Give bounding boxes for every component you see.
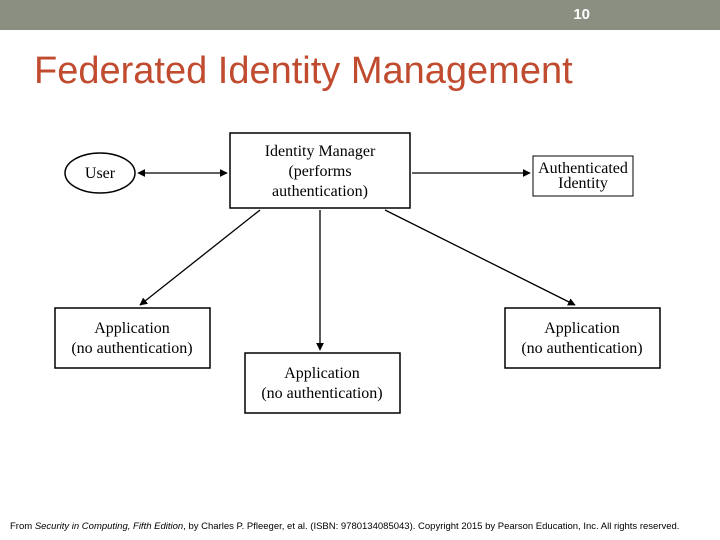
idmgr-label-2: (performs [288,163,351,180]
diagram: User Identity Manager (performs authenti… [50,118,670,458]
authid-label-2: Identity [558,175,608,192]
application-node-3 [505,308,660,368]
page-title: Federated Identity Management [34,50,573,93]
idmgr-label-1: Identity Manager [265,143,376,160]
app2-label-1: Application [284,365,360,382]
app1-label-1: Application [94,320,170,337]
slide-number: 10 [573,6,590,23]
idmgr-label-3: authentication) [272,183,368,200]
footer-book-title: Security in Computing, Fifth Edition [35,521,183,532]
footer-rest: , by Charles P. Pfleeger, et al. (ISBN: … [183,521,679,532]
application-node-1 [55,308,210,368]
app2-label-2: (no authentication) [261,385,382,402]
app1-label-2: (no authentication) [71,340,192,357]
footer-citation: From Security in Computing, Fifth Editio… [10,521,679,532]
app3-label-1: Application [544,320,620,337]
arrow-idmgr-app3 [385,210,575,305]
application-node-2 [245,353,400,413]
footer-prefix: From [10,521,35,532]
header-bar: 10 [0,0,720,30]
app3-label-2: (no authentication) [521,340,642,357]
user-label: User [85,165,116,182]
arrow-idmgr-app1 [140,210,260,305]
